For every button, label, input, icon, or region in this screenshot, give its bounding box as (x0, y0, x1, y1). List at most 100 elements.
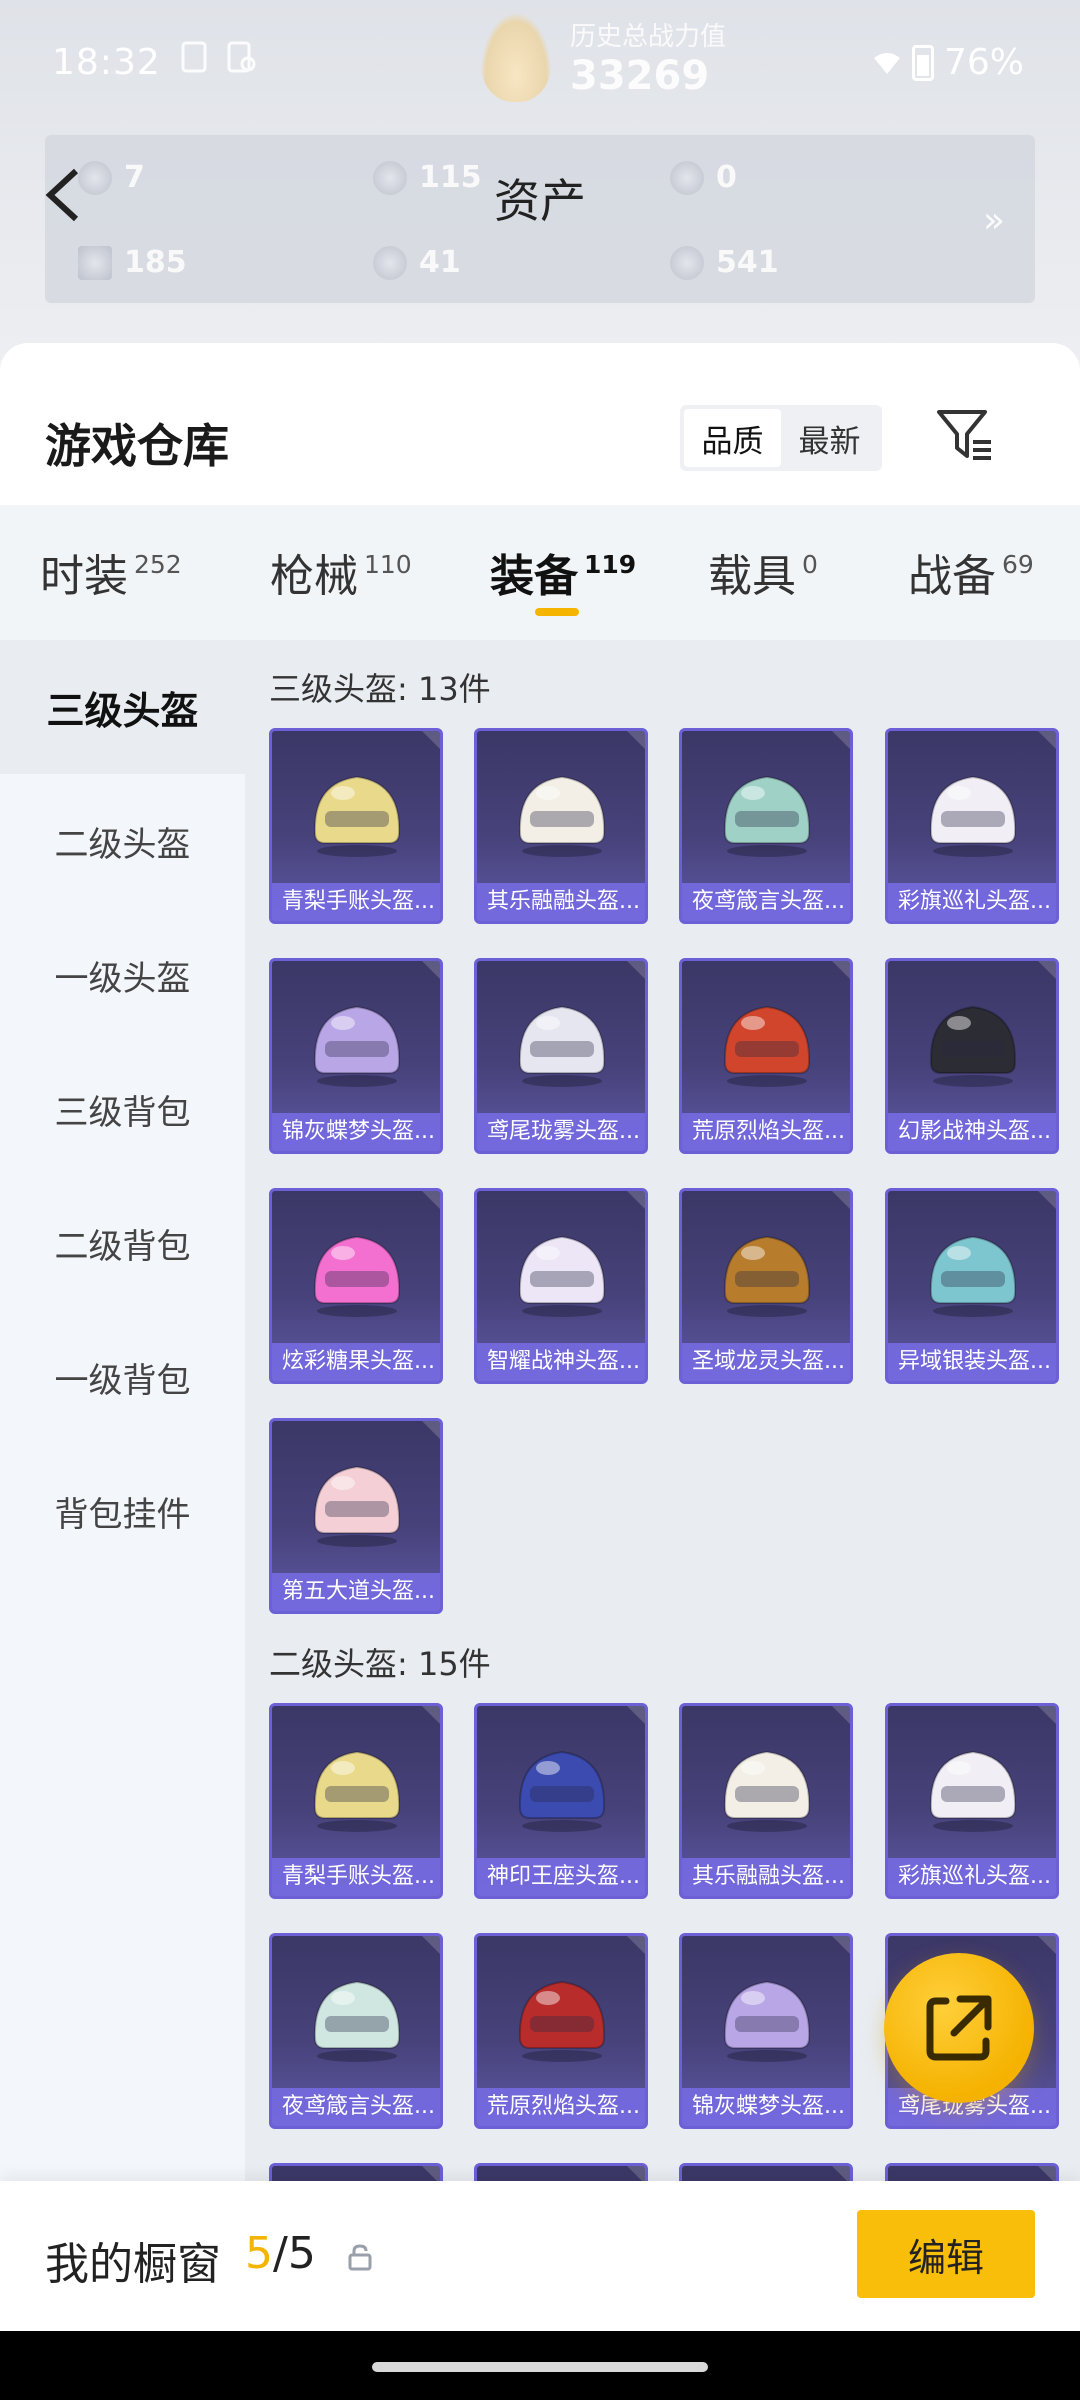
helmet-icon (929, 1750, 1017, 1832)
asset-silver-coin: 115 (373, 160, 482, 195)
item-name: 锦灰蝶梦头盔... (272, 1113, 440, 1151)
silver-coin-icon (373, 160, 407, 195)
status-right: 76% (872, 42, 1024, 83)
item-card[interactable]: 彩旗巡礼头盔... (885, 1703, 1059, 1899)
item-name: 荒原烈焰头盔... (477, 2088, 645, 2126)
item-card[interactable]: 青梨手账头盔... (269, 1703, 443, 1899)
showcase-label: 我的橱窗 (45, 2239, 221, 2290)
item-name: 鸢尾珑雾头盔... (477, 1113, 645, 1151)
helmet-icon (723, 775, 811, 857)
tab-supplies[interactable]: 战备 69 (908, 540, 1034, 604)
item-card[interactable]: 荒原烈焰头盔... (679, 958, 853, 1154)
item-name: 彩旗巡礼头盔... (888, 1858, 1056, 1896)
helmet-icon (723, 1980, 811, 2062)
sort-toggle: 品质 最新 (680, 405, 882, 471)
item-card[interactable]: 夜鸢箴言头盔... (679, 728, 853, 924)
item-name: 其乐融融头盔... (477, 883, 645, 921)
sidebar-item-backpack-charm[interactable]: 背包挂件 (0, 1444, 245, 1578)
helmet-icon (313, 1235, 401, 1317)
sidebar-item-lvl1-backpack[interactable]: 一级背包 (0, 1310, 245, 1444)
item-card[interactable] (474, 2163, 648, 2181)
power-value: 33269 (570, 52, 710, 99)
tab-vehicles[interactable]: 载具 0 (708, 540, 818, 604)
helmet-icon (518, 1980, 606, 2062)
ticket-icon (78, 160, 112, 195)
item-name: 其乐融融头盔... (682, 1858, 850, 1896)
helmet-icon (723, 1750, 811, 1832)
item-name: 炫彩糖果头盔... (272, 1343, 440, 1381)
tab-equipment[interactable]: 装备 119 (490, 540, 636, 604)
tab-fashion[interactable]: 时装 252 (40, 540, 182, 604)
showcase-count: 5/5 (245, 2228, 316, 2279)
item-card[interactable]: 圣域龙灵头盔... (679, 1188, 853, 1384)
item-card[interactable]: 锦灰蝶梦头盔... (679, 1933, 853, 2129)
total-power: 历史总战力值 33269 (480, 12, 726, 102)
item-card[interactable]: 异域银装头盔... (885, 1188, 1059, 1384)
wifi-icon (873, 52, 900, 74)
item-card[interactable] (269, 2163, 443, 2181)
sidebar-item-lvl3-backpack[interactable]: 三级背包 (0, 1042, 245, 1176)
home-gesture-handle[interactable] (372, 2362, 708, 2372)
sort-newest-button[interactable]: 最新 (781, 409, 878, 467)
item-name: 荒原烈焰头盔... (682, 1113, 850, 1151)
item-name: 青梨手账头盔... (272, 883, 440, 921)
sidebar-item-lvl3-helmet[interactable]: 三级头盔 (0, 640, 245, 774)
share-external-icon (926, 1995, 992, 2061)
helmet-icon (518, 1005, 606, 1087)
item-card[interactable] (885, 2163, 1059, 2181)
tab-active-indicator (535, 608, 579, 616)
sidebar-item-lvl2-backpack[interactable]: 二级背包 (0, 1176, 245, 1310)
helmet-icon (518, 1235, 606, 1317)
warehouse-title: 游戏仓库 (45, 419, 229, 473)
item-card[interactable]: 夜鸢箴言头盔... (269, 1933, 443, 2129)
pearl-icon (670, 245, 704, 280)
item-name: 夜鸢箴言头盔... (682, 883, 850, 921)
item-grid: 三级头盔: 13件 二级头盔: 15件 青梨手账头盔... 其乐融融头盔... 夜鸢… (245, 640, 1080, 2181)
flame-emblem-icon (480, 12, 552, 102)
section-title-lvl2-helmet: 二级头盔: 15件 (269, 1645, 491, 1683)
subcategory-sidebar: 三级头盔 二级头盔 一级头盔 三级背包 二级背包 一级背包 背包挂件 (0, 640, 245, 2181)
battery-icon (911, 44, 934, 81)
helmet-icon (313, 1980, 401, 2062)
tab-firearms[interactable]: 枪械 110 (270, 540, 412, 604)
helmet-icon (313, 1465, 401, 1547)
gold-coin-icon (670, 160, 704, 195)
item-card[interactable]: 锦灰蝶梦头盔... (269, 958, 443, 1154)
item-card[interactable]: 其乐融融头盔... (474, 728, 648, 924)
battery-level: 76% (943, 42, 1024, 83)
item-card[interactable]: 其乐融融头盔... (679, 1703, 853, 1899)
assets-more-button[interactable]: » (983, 200, 1005, 241)
item-card[interactable]: 第五大道头盔... (269, 1418, 443, 1614)
filter-button[interactable] (935, 408, 995, 464)
helmet-icon (518, 1750, 606, 1832)
sidebar-item-lvl2-helmet[interactable]: 二级头盔 (0, 774, 245, 908)
cash-icon (78, 245, 112, 280)
filter-icon (937, 410, 991, 460)
item-name: 圣域龙灵头盔... (682, 1343, 850, 1381)
asset-cash: 185 (78, 245, 187, 280)
item-card[interactable]: 荒原烈焰头盔... (474, 1933, 648, 2129)
helmet-icon (313, 775, 401, 857)
item-card[interactable]: 鸢尾珑雾头盔... (474, 958, 648, 1154)
share-button[interactable] (884, 1953, 1034, 2103)
item-card[interactable]: 炫彩糖果头盔... (269, 1188, 443, 1384)
item-card[interactable]: 智耀战神头盔... (474, 1188, 648, 1384)
item-name: 青梨手账头盔... (272, 1858, 440, 1896)
item-card[interactable]: 彩旗巡礼头盔... (885, 728, 1059, 924)
item-name: 夜鸢箴言头盔... (272, 2088, 440, 2126)
item-card[interactable]: 青梨手账头盔... (269, 728, 443, 924)
item-card[interactable]: 神印王座头盔... (474, 1703, 648, 1899)
sidebar-item-lvl1-helmet[interactable]: 一级头盔 (0, 908, 245, 1042)
asset-gold-coin: 0 (670, 160, 737, 195)
section-title-lvl3-helmet: 三级头盔: 13件 (269, 670, 491, 708)
edit-showcase-button[interactable]: 编辑 (857, 2210, 1035, 2298)
item-card[interactable] (679, 2163, 853, 2181)
item-card[interactable]: 幻影战神头盔... (885, 958, 1059, 1154)
item-name: 第五大道头盔... (272, 1573, 440, 1611)
helmet-icon (723, 1235, 811, 1317)
helmet-icon (929, 1235, 1017, 1317)
asset-orb: 41 (373, 245, 461, 280)
item-name: 神印王座头盔... (477, 1858, 645, 1896)
lock-icon (348, 2244, 372, 2271)
sort-quality-button[interactable]: 品质 (684, 409, 781, 467)
